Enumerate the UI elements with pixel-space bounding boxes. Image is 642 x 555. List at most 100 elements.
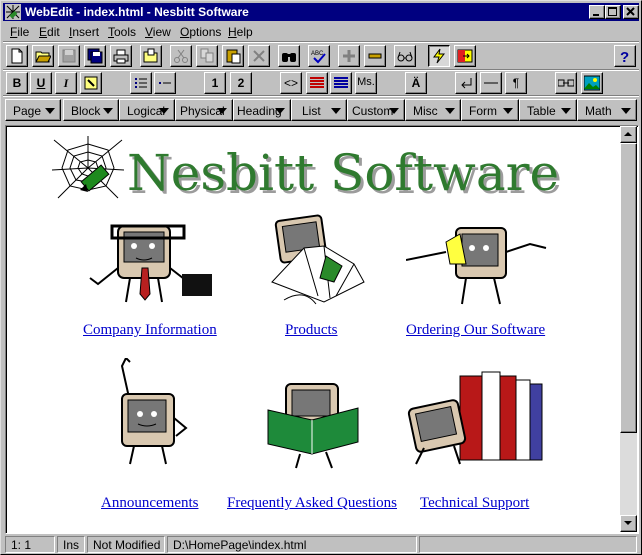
open-file-button[interactable] [32,45,54,67]
paragraph-label: ¶ [512,76,520,90]
help-button[interactable]: ? [614,45,636,67]
vertical-scrollbar[interactable] [620,126,637,532]
support-books-computer-illustration [404,366,546,469]
toolbar-separator [3,41,639,43]
add-button[interactable] [338,45,360,67]
dropdown-list[interactable]: List [291,99,347,121]
delete-button[interactable] [248,45,270,67]
scroll-up-button[interactable] [620,126,637,143]
menu-view[interactable]: View [145,25,171,39]
definition-list-button[interactable] [154,72,176,94]
link-announcements[interactable]: Announcements [101,495,198,512]
chevron-down-icon [389,108,399,114]
dropdown-custom[interactable]: Custom [347,99,405,121]
copy-button[interactable] [196,45,218,67]
spellcheck-button[interactable]: ABC [308,45,330,67]
document-view[interactable]: Nesbitt Software Company Information Pro… [5,125,639,534]
menu-edit-label: dit [47,25,60,39]
dropdown-math[interactable]: Math [577,99,637,121]
open-folder-button[interactable] [140,45,162,67]
heading-2-label: 2 [237,76,245,90]
ms-button[interactable]: Ms. [355,72,377,94]
businessman-computer-illustration [84,218,216,307]
print-button[interactable] [110,45,132,67]
find-binoculars-button[interactable] [278,45,300,67]
italic-button[interactable]: I [55,72,77,94]
menu-bar: File Edit Insert Tools View Options Help [3,22,639,41]
scroll-thumb[interactable] [620,143,637,433]
dropdown-form-label: Form [469,104,497,118]
lightning-button[interactable] [428,45,450,67]
window-title: WebEdit - index.html - Nesbitt Software [25,5,249,19]
bulleted-list-button[interactable] [130,72,152,94]
dropdown-misc[interactable]: Misc [405,99,461,121]
dropdown-custom-label: Custom [352,104,394,118]
menu-options-key: O [180,25,190,39]
red-color-button[interactable] [306,72,328,94]
blue-color-button[interactable] [330,72,352,94]
menu-options[interactable]: Options [180,25,221,39]
new-file-button[interactable] [6,45,28,67]
heading-2-button[interactable]: 2 [230,72,252,94]
ms-label: Ms. [357,76,375,88]
spider-web-logo [51,136,125,203]
save-all-button[interactable] [84,45,106,67]
menu-edit-key: E [39,25,48,39]
dropdown-form[interactable]: Form [461,99,519,121]
menu-help-key: H [228,25,237,39]
menu-edit[interactable]: Edit [39,25,60,39]
tag-button[interactable]: <> [280,72,302,94]
menu-view-label: iew [152,25,171,39]
menu-options-label: ptions [189,25,222,39]
special-char-label: Ä [411,76,421,90]
browser-launch-button[interactable] [454,45,476,67]
special-char-button[interactable]: Ä [405,72,427,94]
paste-button[interactable] [222,45,244,67]
ordering-phone-computer-illustration [405,224,548,311]
horizontal-rule-button[interactable] [480,72,502,94]
menu-insert[interactable]: Insert [69,25,99,39]
heading-1-label: 1 [211,76,219,90]
close-button[interactable] [623,5,639,19]
link-technical-support[interactable]: Technical Support [420,495,529,512]
paragraph-button[interactable]: ¶ [505,72,527,94]
dropdown-physical[interactable]: Physical [175,99,233,121]
dropdown-table-label: Table [527,104,556,118]
underline-button[interactable]: U [30,72,52,94]
dropdown-math-label: Math [585,104,612,118]
dropdown-page-label: Page [13,104,42,118]
dropdown-logical[interactable]: Logical [119,99,175,121]
link-faq[interactable]: Frequently Asked Questions [227,495,397,512]
status-file-path: D:\HomePage\index.html [167,536,417,553]
link-company-information[interactable]: Company Information [83,322,217,339]
title-bar[interactable]: WebEdit - index.html - Nesbitt Software [3,3,639,21]
chevron-down-icon [275,108,285,114]
link-button[interactable] [555,72,577,94]
menu-tools[interactable]: Tools [108,25,136,39]
link-ordering-our-software[interactable]: Ordering Our Software [406,322,545,339]
remove-button[interactable] [364,45,386,67]
save-button[interactable] [58,45,80,67]
status-empty-panel [419,536,637,553]
dropdown-block[interactable]: Block [63,99,119,121]
line-break-button[interactable] [455,72,477,94]
faq-reading-computer-illustration [264,380,364,473]
toolbar-separator-3 [3,95,639,97]
menu-help[interactable]: Help [228,25,253,39]
status-cursor-position: 1: 1 [5,536,55,553]
dropdown-table[interactable]: Table [519,99,577,121]
menu-file[interactable]: File [10,25,29,39]
cut-button[interactable] [170,45,192,67]
preview-glasses-button[interactable] [394,45,416,67]
minimize-button[interactable] [589,5,605,19]
dropdown-heading[interactable]: Heading [233,99,291,121]
bold-button[interactable]: B [6,72,28,94]
heading-1-button[interactable]: 1 [204,72,226,94]
format-brush-button[interactable] [80,72,102,94]
link-products[interactable]: Products [285,322,338,339]
scroll-down-button[interactable] [620,515,637,532]
maximize-button[interactable] [605,5,621,19]
image-button[interactable] [581,72,603,94]
dropdown-page[interactable]: Page [5,99,61,121]
webedit-app-icon[interactable] [5,4,21,20]
